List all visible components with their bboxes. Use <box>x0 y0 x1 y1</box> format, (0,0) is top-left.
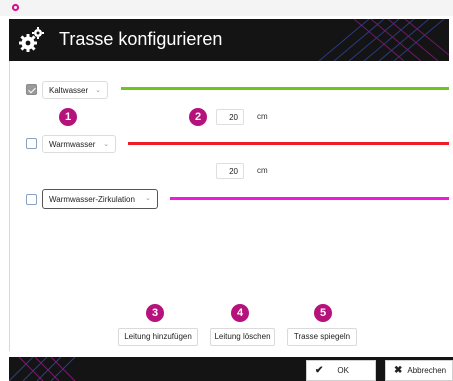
mirror-route-button[interactable]: Trasse spiegeln <box>287 328 357 346</box>
callout-badge-1: 1 <box>59 108 77 126</box>
chevron-down-icon: ⌄ <box>95 87 101 94</box>
cancel-label: Abbrechen <box>407 366 447 375</box>
pipe-dropdown-label: Kaltwasser <box>49 85 89 95</box>
chevron-down-icon: ⌄ <box>145 195 151 202</box>
add-pipe-button[interactable]: Leitung hinzufügen <box>118 328 198 346</box>
spacing-input-1[interactable]: 20 <box>216 109 244 125</box>
pipe-dropdown-zirkulation[interactable]: Warmwasser-Zirkulation ⌄ <box>42 189 158 209</box>
pipe-line-kaltwasser <box>121 87 449 90</box>
ok-label: OK <box>337 366 349 375</box>
spacing-unit-1: cm <box>257 112 268 121</box>
footer-decoration <box>9 357 76 381</box>
pipe-checkbox-warmwasser[interactable] <box>26 138 37 149</box>
pipe-dropdown-warmwasser[interactable]: Warmwasser ⌄ <box>42 135 116 153</box>
close-icon: ✖ <box>394 365 403 376</box>
content-border <box>9 61 10 351</box>
pipe-checkbox-kaltwasser[interactable] <box>26 84 37 95</box>
pipe-dropdown-label: Warmwasser <box>49 139 96 149</box>
pipe-checkbox-zirkulation[interactable] <box>26 194 37 205</box>
dialog-header: Trasse konfigurieren <box>9 19 449 61</box>
window-titlebar <box>0 0 453 16</box>
delete-pipe-button[interactable]: Leitung löschen <box>210 328 275 346</box>
ok-button[interactable]: ✔ OK <box>306 360 376 381</box>
header-decoration <box>318 19 449 61</box>
dialog-title: Trasse konfigurieren <box>59 29 223 49</box>
callout-badge-5: 5 <box>314 304 332 322</box>
pipe-line-warmwasser <box>128 142 449 145</box>
callout-badge-2: 2 <box>189 108 207 126</box>
spacing-input-2[interactable]: 20 <box>216 163 244 179</box>
pipe-line-zirkulation <box>170 197 449 200</box>
gears-icon <box>19 27 44 52</box>
cancel-button[interactable]: ✖ Abbrechen <box>385 360 453 381</box>
callout-badge-4: 4 <box>231 304 249 322</box>
app-icon <box>11 3 20 12</box>
callout-badge-3: 3 <box>146 304 164 322</box>
pipe-dropdown-kaltwasser[interactable]: Kaltwasser ⌄ <box>42 81 108 99</box>
spacing-unit-2: cm <box>257 166 268 175</box>
pipe-dropdown-label: Warmwasser-Zirkulation <box>49 194 135 204</box>
checkmark-icon: ✔ <box>315 365 324 376</box>
chevron-down-icon: ⌄ <box>103 141 109 148</box>
